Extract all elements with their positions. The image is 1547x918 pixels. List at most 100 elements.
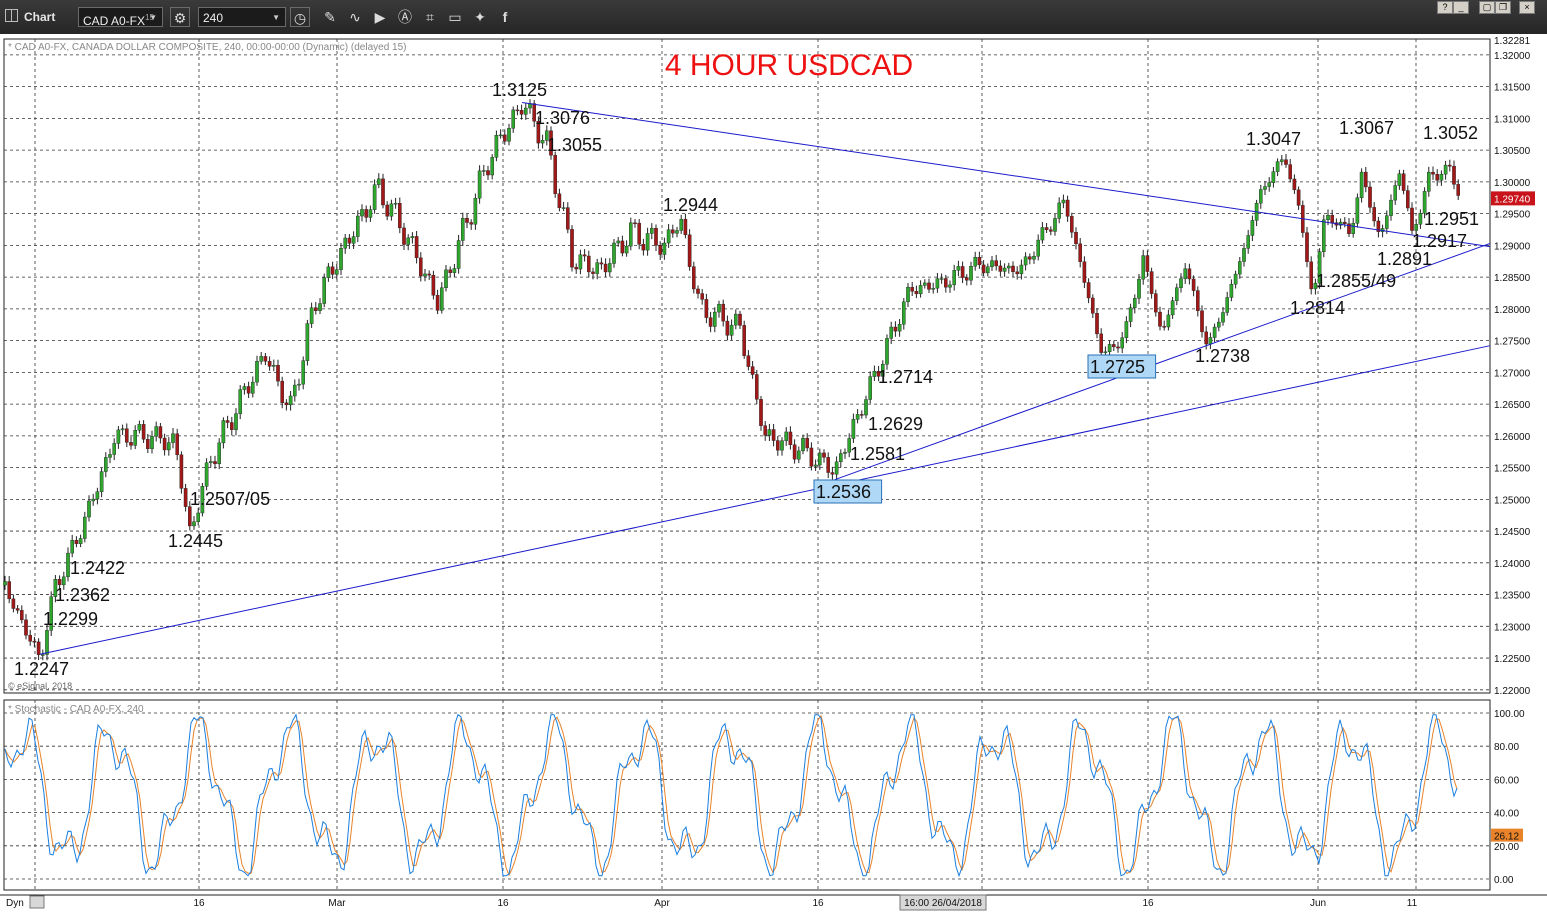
candle-body — [1078, 243, 1082, 262]
interval-text: 240 — [203, 11, 224, 25]
twitter-icon[interactable]: ✦ — [470, 7, 490, 27]
candle-body — [444, 269, 448, 289]
price-tick-label: 1.28500 — [1494, 273, 1531, 284]
candle-body — [1069, 216, 1074, 233]
candle-body — [347, 237, 352, 244]
facebook-icon[interactable]: f — [495, 7, 515, 27]
candle-body — [923, 282, 927, 286]
chevron-down-icon[interactable]: ▼ — [149, 8, 157, 28]
candle-body — [1040, 227, 1045, 241]
candle-body — [1099, 333, 1103, 353]
candle-body — [1397, 173, 1402, 186]
candle-body — [145, 439, 150, 449]
candle-body — [183, 488, 188, 507]
price-annotation: 1.3047 — [1246, 129, 1301, 149]
candle-body — [809, 447, 814, 467]
stochastic-tick-label: 60.00 — [1494, 775, 1519, 786]
candle-body — [70, 539, 74, 554]
close-icon[interactable]: × — [1519, 1, 1535, 14]
price-annotation: 1.2536 — [816, 482, 871, 502]
candle-body — [805, 437, 809, 449]
candle-body — [1435, 174, 1439, 181]
tag-icon[interactable]: ⌗ — [420, 7, 440, 27]
candle-body — [1246, 235, 1250, 249]
symbol-field[interactable]: CAD A0-FX15 ▼ — [78, 7, 163, 28]
candle-body — [410, 236, 415, 239]
chevron-down-icon[interactable]: ▼ — [272, 8, 280, 28]
alert-icon[interactable]: Ⓐ — [395, 7, 415, 27]
candle-body — [377, 178, 381, 185]
candle-body — [1342, 221, 1347, 224]
candle-body — [738, 313, 742, 326]
interval-select[interactable]: 240 ▼ — [198, 7, 286, 27]
chart-svg[interactable]: 1.32000 1.31500 1.31000 1.30500 1.30000 1.295… — [0, 34, 1547, 913]
candle-body — [960, 266, 965, 278]
candle-body — [238, 389, 243, 414]
minimize-icon[interactable]: _ — [1453, 1, 1469, 14]
candle-body — [822, 452, 826, 458]
chat-icon[interactable]: ▭ — [445, 7, 465, 27]
help-icon[interactable]: ? — [1437, 1, 1453, 14]
candle-body — [1132, 298, 1137, 308]
candle-body — [1166, 314, 1171, 328]
candle-body — [162, 437, 167, 451]
candle-body — [284, 402, 289, 406]
candle-body — [461, 218, 465, 241]
time-tick-label: Mar — [328, 898, 346, 909]
candle-body — [1288, 164, 1292, 180]
candle-body — [1086, 282, 1091, 299]
candle-body — [246, 386, 251, 394]
candle-body — [683, 218, 688, 236]
candle-body — [112, 443, 116, 455]
restore-icon[interactable]: ▢ — [1479, 1, 1495, 14]
stochastic-tick-label: 80.00 — [1494, 742, 1519, 753]
candle-body — [330, 266, 335, 275]
candle-body — [574, 266, 578, 270]
candle-body — [1082, 261, 1087, 283]
settings-icon[interactable]: ⚙ — [170, 7, 190, 27]
candle-body — [603, 263, 608, 273]
stochastic-title: * Stochastic - CAD A0-FX, 240 — [8, 704, 144, 715]
candle-body — [1149, 271, 1154, 294]
stochastic-tick-label: 40.00 — [1494, 809, 1519, 820]
candle-body — [872, 371, 877, 377]
toolbar: Chart CAD A0-FX15 ▼ ⚙ 240 ▼ ◷ ✎ ∿ ▶ Ⓐ ⌗ … — [0, 0, 1547, 35]
dyn-label[interactable]: Dyn — [6, 898, 24, 909]
candle-body — [1279, 159, 1284, 162]
wave-icon[interactable]: ∿ — [345, 7, 365, 27]
candle-body — [788, 431, 793, 445]
play-icon[interactable]: ▶ — [370, 7, 390, 27]
candle-body — [948, 284, 952, 288]
chart-area[interactable]: 1.32000 1.31500 1.31000 1.30500 1.30000 1.295… — [0, 34, 1547, 913]
candle-body — [469, 222, 474, 225]
candle-body — [557, 193, 562, 208]
chart-title: 4 HOUR USDCAD — [665, 49, 913, 82]
candle-body — [427, 273, 432, 276]
candle-body — [20, 610, 24, 621]
price-annotation: 1.2855/49 — [1316, 271, 1396, 291]
pencil-icon[interactable]: ✎ — [320, 7, 340, 27]
candle-body — [767, 429, 772, 436]
candle-body — [578, 254, 583, 270]
scroll-button[interactable] — [29, 895, 45, 909]
candle-body — [587, 255, 591, 273]
candle-body — [326, 266, 331, 278]
candle-body — [1263, 186, 1267, 190]
clock-icon[interactable]: ◷ — [290, 7, 310, 27]
candle-body — [914, 291, 919, 295]
candle-body — [368, 209, 373, 218]
price-annotation: 1.3067 — [1339, 118, 1394, 138]
candle-body — [519, 110, 524, 115]
price-tick-label: 1.22000 — [1494, 686, 1531, 697]
candle-body — [1019, 264, 1024, 275]
candle-body — [1179, 278, 1183, 288]
candle-body — [813, 464, 818, 467]
candle-body — [456, 240, 461, 269]
candle-body — [272, 365, 276, 367]
candle-body — [452, 268, 457, 273]
price-tick-label: 1.25000 — [1494, 495, 1531, 506]
candle-body — [171, 433, 175, 443]
price-tick-label: 1.25500 — [1494, 464, 1531, 475]
candle-body — [124, 428, 129, 443]
restore-window-icon[interactable]: ❐ — [1495, 1, 1511, 14]
